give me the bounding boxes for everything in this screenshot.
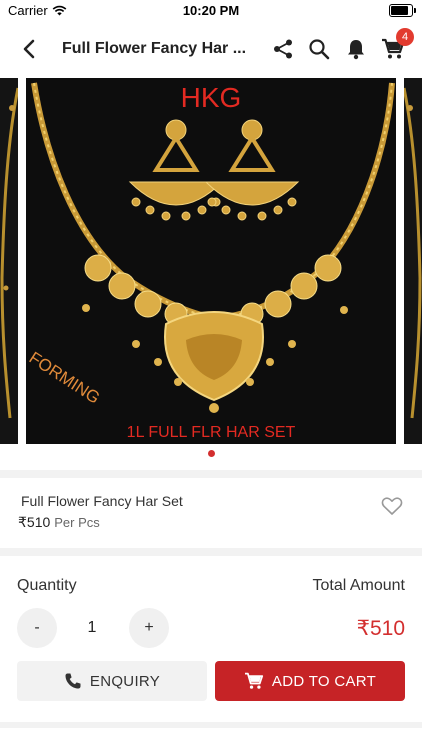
image-caption: 1L FULL FLR HAR SET bbox=[126, 424, 296, 441]
wishlist-button[interactable] bbox=[380, 494, 404, 518]
add-to-cart-label: ADD TO CART bbox=[271, 672, 377, 690]
section-divider bbox=[0, 722, 422, 728]
product-price-row: ₹510 Per Pcs bbox=[18, 514, 100, 531]
back-button[interactable] bbox=[14, 34, 44, 64]
cart-icon bbox=[244, 672, 264, 689]
quantity-increase-button[interactable]: + bbox=[129, 608, 169, 648]
battery-icon bbox=[389, 4, 416, 17]
gallery-pagination bbox=[0, 450, 422, 462]
image-brand-text: HKG bbox=[180, 82, 242, 113]
share-button[interactable] bbox=[270, 36, 296, 62]
enquiry-button[interactable]: ENQUIRY bbox=[17, 661, 207, 701]
total-amount-label: Total Amount bbox=[312, 577, 406, 594]
quantity-value: 1 bbox=[87, 619, 97, 636]
price-unit: Per Pcs bbox=[54, 515, 100, 530]
section-divider bbox=[0, 470, 422, 478]
status-bar: Carrier 10:20 PM bbox=[0, 0, 422, 22]
bell-icon bbox=[348, 40, 364, 60]
notifications-button[interactable] bbox=[343, 36, 369, 62]
previous-image-peek[interactable] bbox=[0, 78, 20, 444]
product-image-gallery[interactable]: HKG FORMING 1L FULL FLR HAR SET bbox=[0, 78, 422, 444]
section-divider bbox=[0, 548, 422, 556]
chevron-left-icon bbox=[23, 39, 35, 59]
quantity-decrease-button[interactable]: - bbox=[17, 608, 57, 648]
product-price: ₹510 bbox=[18, 514, 51, 530]
product-name: Full Flower Fancy Har Set bbox=[21, 493, 183, 509]
quantity-label: Quantity bbox=[17, 577, 77, 594]
cart-count-badge: 4 bbox=[396, 28, 414, 46]
heart-icon bbox=[381, 497, 403, 515]
page-title: Full Flower Fancy Har ... bbox=[62, 40, 247, 57]
share-icon bbox=[274, 39, 292, 59]
cart-button[interactable]: 4 bbox=[380, 28, 414, 62]
next-image-peek[interactable] bbox=[402, 78, 422, 444]
product-image[interactable]: HKG FORMING 1L FULL FLR HAR SET bbox=[26, 78, 396, 444]
clock: 10:20 PM bbox=[182, 3, 240, 18]
add-to-cart-button[interactable]: ADD TO CART bbox=[215, 661, 405, 701]
search-button[interactable] bbox=[306, 36, 332, 62]
nav-bar: Full Flower Fancy Har ... 4 bbox=[0, 22, 422, 78]
search-icon bbox=[309, 39, 330, 60]
total-amount-value: ₹510 bbox=[356, 617, 405, 640]
phone-icon bbox=[65, 673, 81, 689]
pagination-dot-active[interactable] bbox=[207, 450, 215, 457]
enquiry-label: ENQUIRY bbox=[89, 672, 161, 690]
